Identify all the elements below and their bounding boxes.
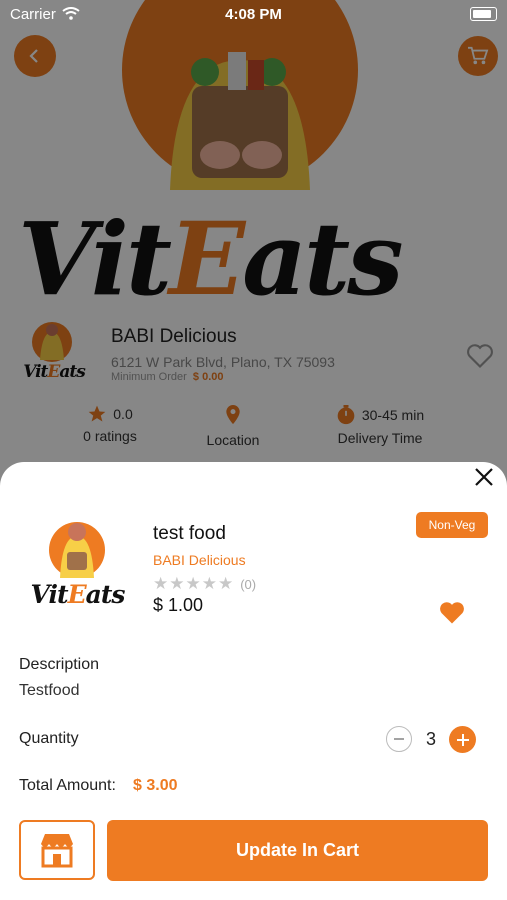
total-amount-label: Total Amount: xyxy=(19,777,116,794)
item-detail-sheet: VitEats test food BABI Delicious ★★★★★ (0… xyxy=(0,462,507,900)
item-name: test food xyxy=(153,523,226,544)
description-text: Testfood xyxy=(19,682,80,699)
view-store-button[interactable] xyxy=(19,820,95,880)
increase-quantity-button[interactable] xyxy=(449,726,476,753)
item-image: VitEats xyxy=(20,514,135,609)
battery-icon xyxy=(470,7,497,21)
star-icons: ★★★★★ xyxy=(153,574,235,593)
close-icon xyxy=(475,468,493,486)
rating-count: (0) xyxy=(240,577,257,592)
favorite-item-button[interactable] xyxy=(438,600,466,626)
item-rating: ★★★★★ (0) xyxy=(153,574,256,594)
item-restaurant-name[interactable]: BABI Delicious xyxy=(153,552,246,568)
quantity-value: 3 xyxy=(425,729,436,749)
status-time: 4:08 PM xyxy=(225,6,282,23)
item-logo-wordmark: VitEats xyxy=(30,580,126,609)
item-price: $ 1.00 xyxy=(153,595,204,615)
heart-filled-icon xyxy=(440,602,464,624)
total-amount-value: $ 3.00 xyxy=(133,777,178,794)
status-bar: Carrier 4:08 PM xyxy=(0,0,507,28)
quantity-label: Quantity xyxy=(19,730,79,747)
item-mascot xyxy=(49,522,105,578)
description-label: Description xyxy=(19,656,100,673)
plus-icon xyxy=(456,733,469,746)
non-veg-badge: Non-Veg xyxy=(416,512,488,538)
decrease-quantity-button[interactable] xyxy=(386,726,412,752)
store-icon xyxy=(41,834,73,868)
close-button[interactable] xyxy=(473,466,495,488)
minus-icon xyxy=(394,738,404,740)
update-in-cart-button[interactable]: Update In Cart xyxy=(107,820,488,881)
